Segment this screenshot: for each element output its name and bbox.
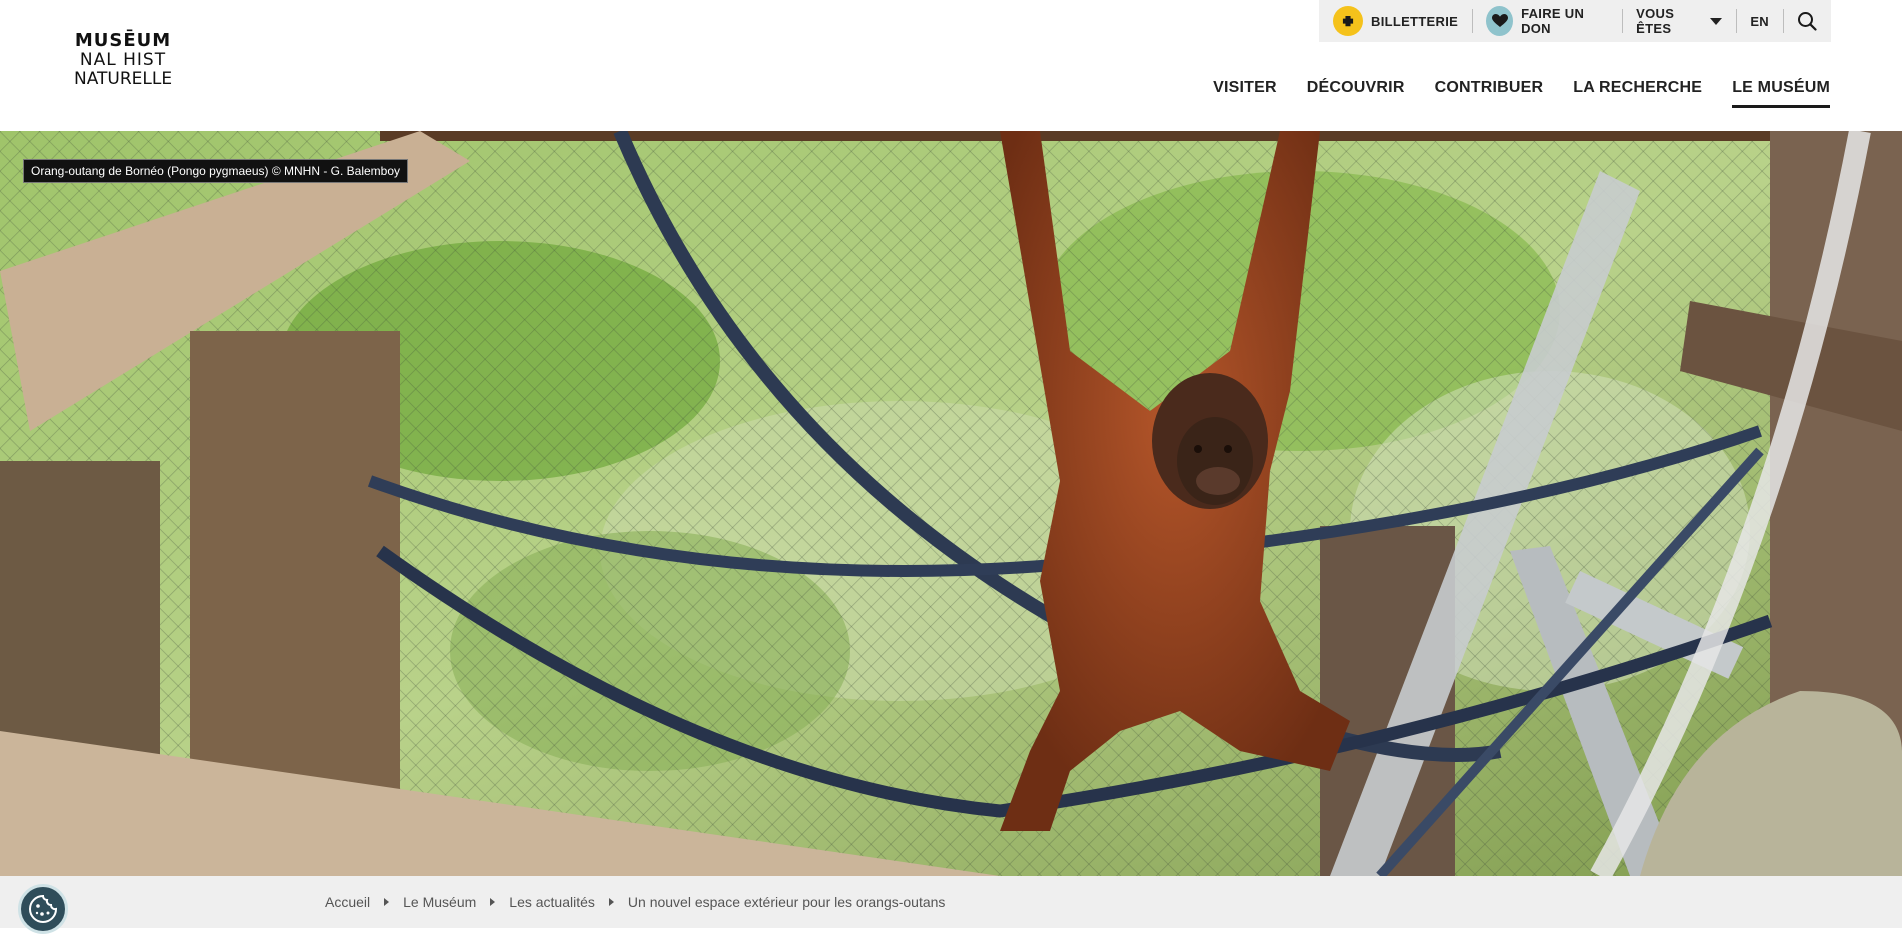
profile-dropdown[interactable]: VOUS ÊTES	[1622, 0, 1736, 42]
heart-icon	[1486, 6, 1514, 36]
breadcrumb: Accueil Le Muséum Les actualités Un nouv…	[325, 876, 945, 928]
breadcrumb-separator-icon	[384, 898, 390, 906]
site-header: MUSĒUM NAL HIST NATURELLE BILLETTERIE FA…	[0, 0, 1902, 131]
breadcrumb-bar: Accueil Le Muséum Les actualités Un nouv…	[0, 876, 1902, 928]
language-switch[interactable]: EN	[1736, 0, 1783, 42]
donate-link[interactable]: FAIRE UN DON	[1472, 0, 1622, 42]
ticket-link[interactable]: BILLETTERIE	[1319, 0, 1472, 42]
main-navigation: VISITER DÉCOUVRIR CONTRIBUER LA RECHERCH…	[1183, 74, 1830, 108]
cookie-icon	[29, 894, 58, 923]
hero-image	[0, 131, 1902, 876]
breadcrumb-link-accueil[interactable]: Accueil	[325, 894, 370, 910]
nav-item-la-recherche[interactable]: LA RECHERCHE	[1543, 74, 1702, 108]
search-button[interactable]	[1783, 0, 1831, 42]
search-icon	[1798, 12, 1817, 31]
nav-item-visiter[interactable]: VISITER	[1183, 74, 1277, 108]
museum-logo[interactable]: MUSĒUM NAL HIST NATURELLE	[74, 31, 172, 93]
orangutan-photo	[0, 131, 1902, 876]
logo-line-2: NAL HIST	[79, 50, 167, 70]
language-label: EN	[1750, 13, 1769, 29]
nav-item-contribuer[interactable]: CONTRIBUER	[1405, 74, 1544, 108]
ticket-icon	[1333, 6, 1363, 36]
caret-down-icon	[1710, 17, 1723, 25]
utility-bar: BILLETTERIE FAIRE UN DON VOUS ÊTES EN	[1319, 0, 1831, 42]
cookie-settings-button[interactable]	[18, 884, 68, 934]
logo-line-1: MUSĒUM	[74, 30, 172, 51]
logo-line-3: NATURELLE	[74, 69, 173, 89]
nav-item-decouvrir[interactable]: DÉCOUVRIR	[1277, 74, 1405, 108]
nav-item-le-museum[interactable]: LE MUSÉUM	[1702, 74, 1830, 108]
breadcrumb-current: Un nouvel espace extérieur pour les oran…	[627, 894, 946, 910]
breadcrumb-separator-icon	[608, 898, 614, 906]
breadcrumb-link-les-actualites[interactable]: Les actualités	[509, 894, 595, 910]
breadcrumb-separator-icon	[490, 898, 496, 906]
photo-credit: Orang-outang de Bornéo (Pongo pygmaeus) …	[23, 159, 409, 183]
donate-label: FAIRE UN DON	[1521, 6, 1585, 36]
profile-label: VOUS ÊTES	[1636, 6, 1675, 36]
breadcrumb-link-le-museum[interactable]: Le Muséum	[403, 894, 476, 910]
ticket-label: BILLETTERIE	[1371, 13, 1459, 29]
